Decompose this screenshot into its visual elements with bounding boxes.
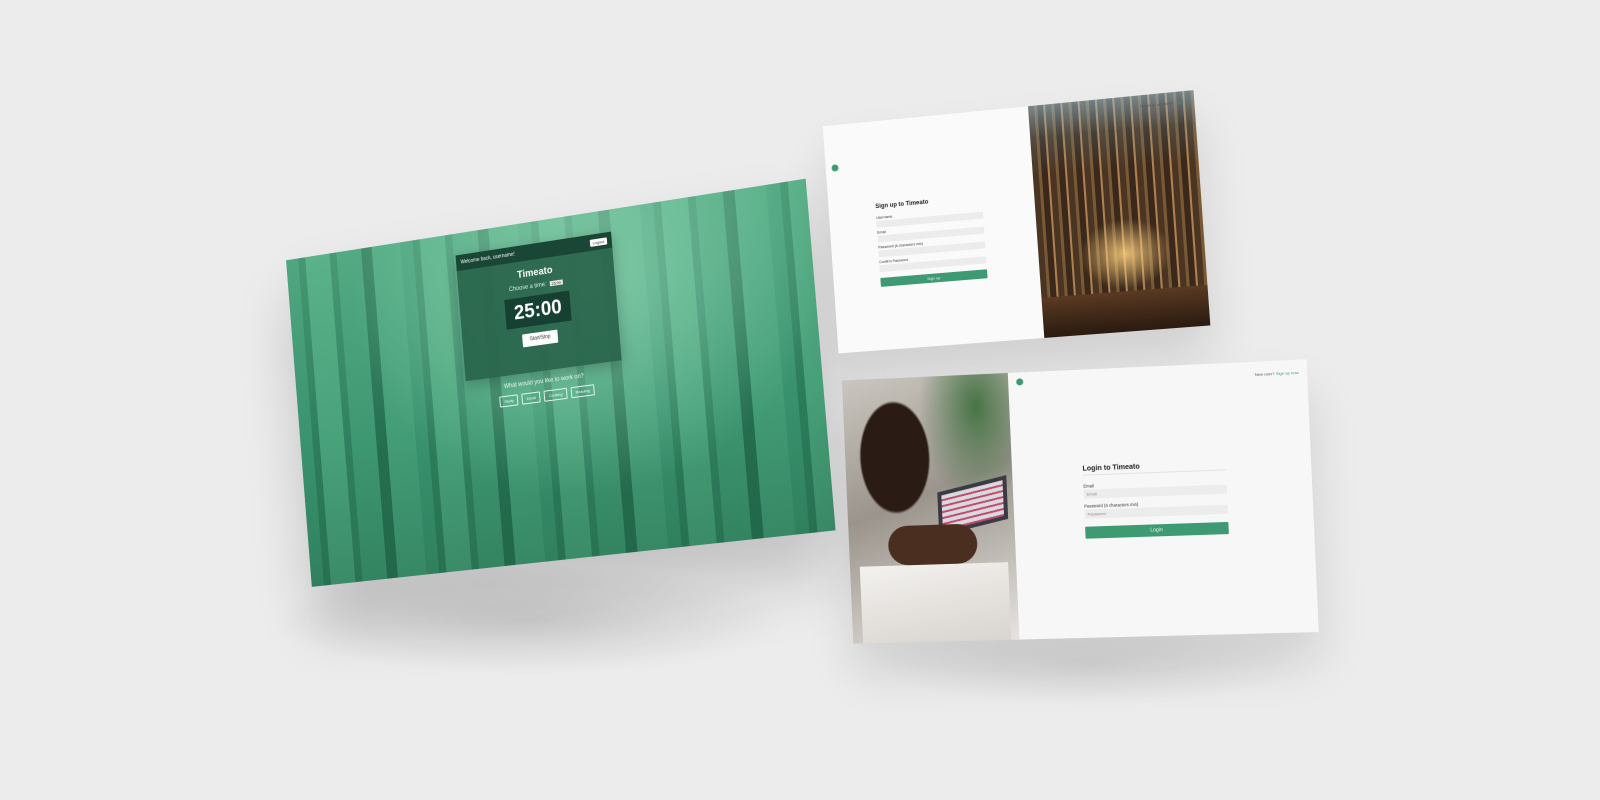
signup-panel: Sign up to Timeato Username Email Passwo… [823,106,1044,353]
signup-screen-mockup: Sign up to Timeato Username Email Passwo… [822,90,1211,354]
logo-icon[interactable] [1016,378,1024,386]
timer-screen-mockup: Welcome back, username! Logout Timeato C… [286,178,836,587]
choose-time-label: Choose a time: [508,281,547,294]
signup-link-action[interactable]: Sign up now [1276,370,1299,376]
login-form: Login to Timeato Email Email Password (6… [1082,460,1229,539]
time-select[interactable]: 25:00 [549,279,564,287]
start-stop-button[interactable]: Start/Stop [522,329,559,348]
login-form-title: Login to Timeato [1082,460,1227,476]
logout-button[interactable]: Logout [589,236,608,247]
signup-link[interactable]: New user? Sign up now [1255,370,1299,377]
login-screen-mockup: New user? Sign up now Login to Timeato E… [841,359,1319,644]
hand-shape [887,523,979,566]
notebook-shape [859,562,1012,644]
timer-card: Welcome back, username! Logout Timeato C… [455,231,622,382]
welcome-text: Welcome back, username! [460,251,515,266]
library-photo [1027,90,1211,338]
signup-form: Sign up to Timeato Username Email Passwo… [875,195,988,287]
student-photo [841,372,1020,644]
login-button[interactable]: Login [1085,521,1229,539]
logo-icon[interactable] [831,164,839,172]
library-lights [1076,214,1175,293]
library-floor [1041,284,1211,338]
signup-button[interactable]: Sign up [880,269,988,287]
signup-prompt: New user? [1254,371,1275,377]
login-link-action[interactable]: Log in [1174,99,1186,105]
timer-display: 25:00 [504,290,572,330]
